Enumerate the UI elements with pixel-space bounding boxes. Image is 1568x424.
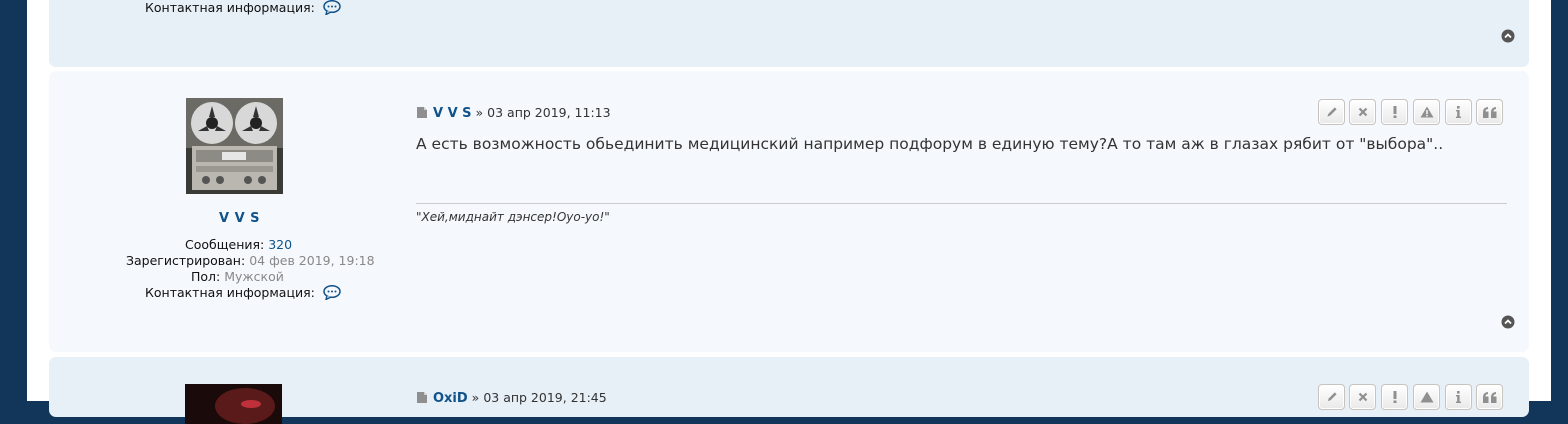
chat-bubble-icon[interactable] (323, 284, 341, 303)
profile-posts: Сообщения: 320 (185, 237, 292, 252)
profile-registered: Зарегистрирован: 04 фев 2019, 19:18 (126, 253, 375, 268)
post-header: V V S » 03 апр 2019, 11:13 (417, 105, 611, 121)
profile-gender: Пол: Мужской (191, 269, 284, 284)
contact-label: Контактная информация: (145, 285, 315, 300)
quote-button[interactable] (1476, 99, 1503, 125)
posts-count-link[interactable]: 320 (268, 237, 292, 252)
report-button[interactable] (1381, 99, 1408, 125)
contact-label: Контактная информация: (145, 0, 315, 15)
delete-button[interactable] (1349, 384, 1376, 410)
warn-button[interactable] (1413, 99, 1440, 125)
post-main: V V S Сообщения: 320 Зарегистрирован: 04… (49, 71, 1529, 352)
back-to-top-icon[interactable] (1501, 28, 1515, 43)
report-button[interactable] (1381, 384, 1408, 410)
edit-button[interactable] (1318, 99, 1345, 125)
back-to-top-icon[interactable] (1501, 314, 1515, 329)
page-container: Контактная информация: V V S Сообщения: … (27, 0, 1551, 424)
registered-value: 04 фев 2019, 19:18 (249, 253, 375, 268)
warn-button[interactable] (1413, 384, 1440, 410)
edit-button[interactable] (1318, 384, 1345, 410)
post-header: OxiD » 03 апр 2019, 21:45 (417, 390, 607, 406)
post-separator: » (475, 105, 484, 120)
gender-label: Пол: (191, 269, 221, 284)
delete-button[interactable] (1349, 99, 1376, 125)
file-icon[interactable] (417, 106, 427, 121)
chat-bubble-icon[interactable] (323, 0, 341, 18)
post-next: OxiD » 03 апр 2019, 21:45 (49, 357, 1529, 424)
post-author-link[interactable]: OxiD (433, 391, 468, 406)
post-content: А есть возможность обьединить медицински… (416, 135, 1444, 153)
signature: "Хей,миднайт дэнсер!Оуо-уо!" (416, 210, 610, 224)
registered-label: Зарегистрирован: (126, 253, 246, 268)
contact-info: Контактная информация: (145, 284, 341, 303)
profile-username[interactable]: V V S (219, 211, 260, 226)
posts-label: Сообщения: (185, 237, 265, 252)
info-button[interactable] (1445, 384, 1472, 410)
contact-info: Контактная информация: (145, 0, 341, 18)
file-icon[interactable] (417, 391, 427, 406)
signature-divider (416, 203, 1507, 204)
post-previous: Контактная информация: (49, 0, 1529, 67)
post-date: 03 апр 2019, 21:45 (483, 390, 607, 405)
avatar[interactable] (186, 98, 283, 194)
post-author-link[interactable]: V V S (433, 106, 472, 121)
post-separator: » (471, 390, 480, 405)
gender-value: Мужской (224, 269, 284, 284)
info-button[interactable] (1445, 99, 1472, 125)
post-date: 03 апр 2019, 11:13 (487, 105, 611, 120)
avatar[interactable] (185, 384, 282, 424)
quote-button[interactable] (1476, 384, 1503, 410)
